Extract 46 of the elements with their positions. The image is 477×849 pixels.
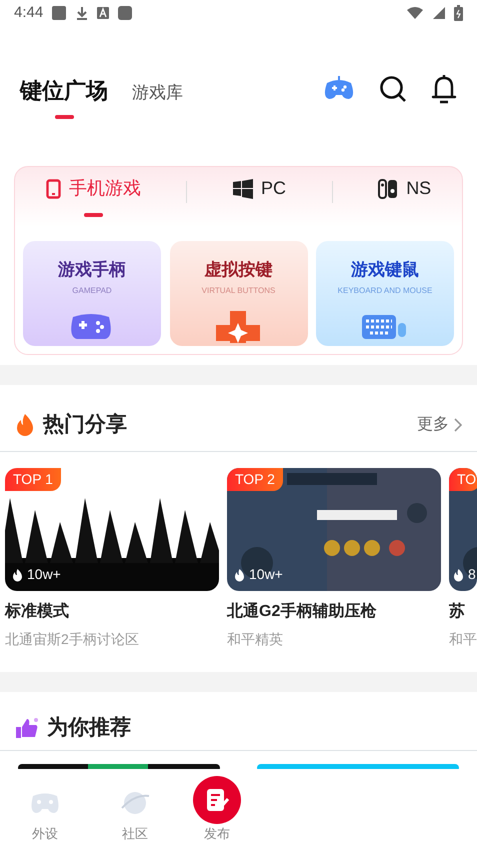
card-subtitle: 和平精英 xyxy=(227,630,284,649)
font-icon xyxy=(97,7,110,19)
edit-icon xyxy=(193,776,241,824)
section-title: 为你推荐 xyxy=(47,715,131,742)
mode-card[interactable]: 游戏键鼠 KEYBOARD AND MOUSE xyxy=(316,240,454,346)
card-title: 北通G2手柄辅助压枪 xyxy=(227,601,378,622)
header-tab[interactable]: 游戏库 xyxy=(132,80,183,106)
battery-icon xyxy=(454,5,463,21)
flame-icon xyxy=(234,568,245,582)
rank-badge: TO xyxy=(449,468,477,491)
shot-card[interactable]: TOP 1 10w+ xyxy=(5,468,219,591)
nav-tab[interactable]: 外设 xyxy=(0,788,90,843)
search-icon xyxy=(379,75,407,103)
more-link[interactable]: 更多 xyxy=(417,413,462,437)
switch-icon xyxy=(378,178,398,198)
mode-card[interactable]: 虚拟按键 VIRTUAL BUTTONS xyxy=(170,240,308,346)
flame-icon xyxy=(12,568,23,582)
platform-tab[interactable]: PC xyxy=(232,167,286,202)
dpad-icon xyxy=(216,311,262,343)
platform-tab[interactable]: 手机游戏 xyxy=(46,167,141,202)
thumbs-up-icon xyxy=(15,717,39,739)
card-title: 苏 xyxy=(449,602,466,622)
view-count: 10w+ xyxy=(27,565,61,584)
signal-icon xyxy=(432,6,446,20)
chevron-icon xyxy=(453,418,462,432)
header-tab[interactable]: 键位广场 xyxy=(20,74,108,107)
status-time: 4:44 xyxy=(14,2,44,23)
platform-tab[interactable]: NS xyxy=(378,167,432,202)
download-icon xyxy=(75,5,90,21)
section-title: 热门分享 xyxy=(43,412,127,438)
card-title: 标准模式 xyxy=(5,602,70,622)
windows-icon xyxy=(232,178,253,198)
rank-badge: TOP 1 xyxy=(5,468,61,491)
wifi-icon xyxy=(406,6,424,20)
shot-card[interactable]: TO 8 xyxy=(449,468,477,591)
view-count: 10w+ xyxy=(249,565,283,584)
flame-icon xyxy=(453,568,464,582)
view-count: 8 xyxy=(468,565,476,584)
rank-badge: TOP 2 xyxy=(227,468,283,491)
mode-card[interactable]: 游戏手柄 GAMEPAD xyxy=(23,240,161,346)
flame-icon xyxy=(15,413,35,437)
shot-card[interactable]: TOP 2 10w+ xyxy=(227,468,441,591)
card-subtitle: 和平 xyxy=(449,630,477,649)
card-subtitle: 北通宙斯2手柄讨论区 xyxy=(5,630,140,649)
phone-icon xyxy=(46,178,61,198)
notification-bell-icon xyxy=(431,74,457,104)
